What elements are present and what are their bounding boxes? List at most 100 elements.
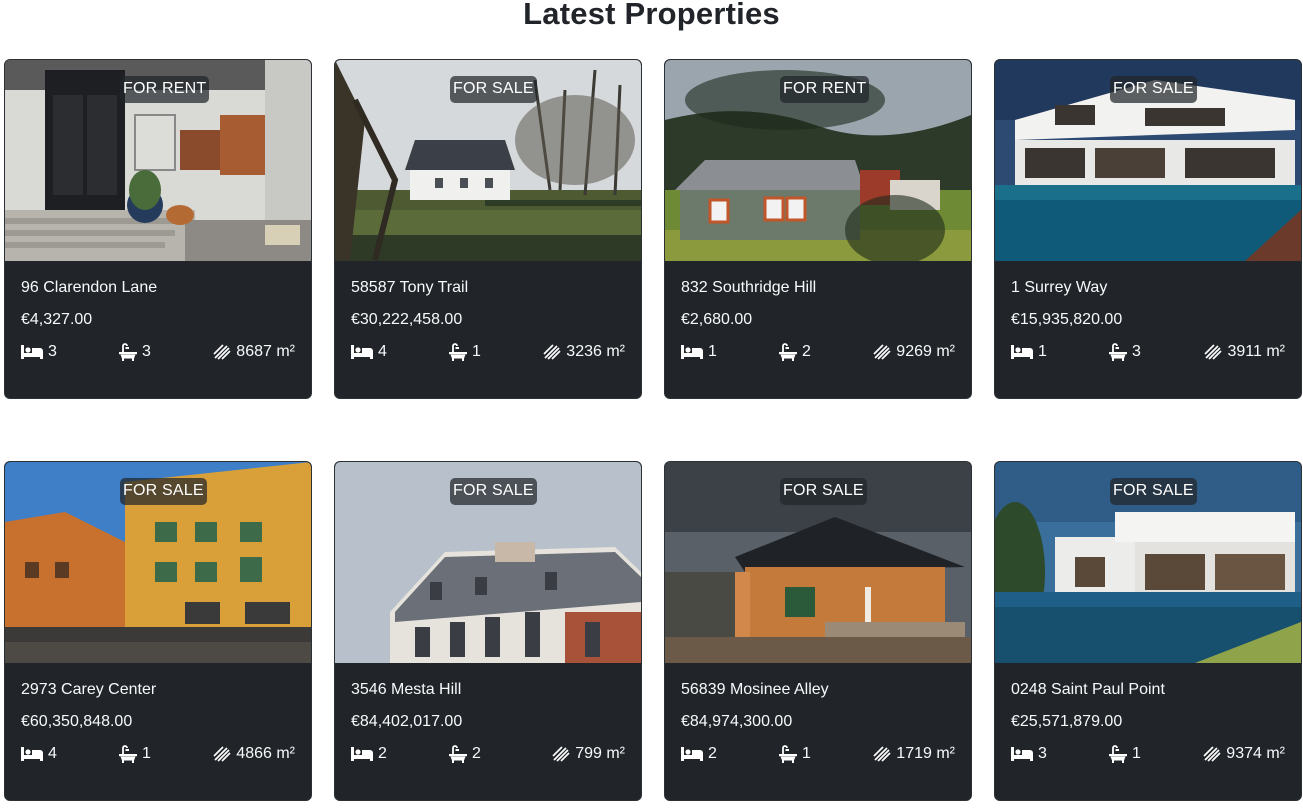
property-card[interactable]: FOR SALE 2973 Carey Center €60,350,848.0… xyxy=(4,461,312,801)
property-address[interactable]: 96 Clarendon Lane xyxy=(21,279,157,297)
property-photo[interactable]: FOR RENT xyxy=(5,60,311,261)
property-photo[interactable]: FOR SALE xyxy=(665,462,971,663)
property-photo[interactable]: FOR SALE xyxy=(5,462,311,663)
bathrooms: 1 xyxy=(119,745,151,763)
property-price: €60,350,848.00 xyxy=(21,713,133,730)
area: 799 m² xyxy=(552,745,625,763)
listing-status-badge: FOR SALE xyxy=(1110,478,1197,505)
bed-icon xyxy=(1011,345,1033,359)
property-address[interactable]: 2973 Carey Center xyxy=(21,681,156,699)
bath-icon xyxy=(449,343,467,361)
ruler-area-icon xyxy=(1203,746,1221,762)
bedrooms: 1 xyxy=(681,343,717,361)
ruler-area-icon xyxy=(552,746,570,762)
bed-icon xyxy=(681,345,703,359)
area: 1719 m² xyxy=(873,745,955,763)
ruler-area-icon xyxy=(1204,344,1223,360)
bedrooms: 2 xyxy=(681,745,717,763)
area-value: 3911 m² xyxy=(1227,343,1285,360)
property-card[interactable]: FOR SALE 56839 Mosinee Alley €84,974,300… xyxy=(664,461,972,801)
area-value: 799 m² xyxy=(575,745,625,762)
bed-icon xyxy=(681,747,703,761)
property-address[interactable]: 3546 Mesta Hill xyxy=(351,681,461,699)
listing-status-badge: FOR SALE xyxy=(780,478,867,505)
bed-icon xyxy=(21,345,43,359)
property-price: €4,327.00 xyxy=(21,311,93,328)
property-photo[interactable]: FOR SALE xyxy=(335,462,641,663)
bedrooms: 3 xyxy=(21,343,57,361)
listing-status-badge: FOR RENT xyxy=(120,76,210,103)
bedrooms-count: 1 xyxy=(1038,343,1047,360)
bathrooms-count: 1 xyxy=(142,745,151,762)
property-price: €30,222,458.00 xyxy=(351,311,463,328)
bathrooms: 2 xyxy=(449,745,481,763)
bedrooms: 4 xyxy=(351,343,387,361)
property-card[interactable]: FOR RENT 832 Southridge Hill €2,680.00 1… xyxy=(664,59,972,399)
area: 9374 m² xyxy=(1203,745,1285,763)
listing-status-badge: FOR SALE xyxy=(450,478,537,505)
bath-icon xyxy=(1109,745,1127,763)
bath-icon xyxy=(1109,343,1127,361)
property-card[interactable]: FOR SALE 0248 Saint Paul Point €25,571,8… xyxy=(994,461,1302,801)
ruler-area-icon xyxy=(213,746,231,762)
listing-status-badge: FOR RENT xyxy=(780,76,870,103)
bed-icon xyxy=(351,345,373,359)
bed-icon xyxy=(1011,747,1033,761)
bathrooms: 1 xyxy=(449,343,481,361)
property-photo[interactable]: FOR SALE xyxy=(995,462,1301,663)
bathrooms-count: 1 xyxy=(1132,745,1141,762)
bedrooms-count: 3 xyxy=(1038,745,1047,762)
area: 3911 m² xyxy=(1204,343,1285,361)
property-card[interactable]: FOR RENT 96 Clarendon Lane €4,327.00 3 3… xyxy=(4,59,312,399)
bathrooms: 3 xyxy=(1109,343,1141,361)
bedrooms: 4 xyxy=(21,745,57,763)
bedrooms: 3 xyxy=(1011,745,1047,763)
property-address[interactable]: 0248 Saint Paul Point xyxy=(1011,681,1165,699)
bathrooms-count: 2 xyxy=(472,745,481,762)
property-photo[interactable]: FOR SALE xyxy=(335,60,641,261)
area-value: 8687 m² xyxy=(236,343,295,360)
bedrooms-count: 1 xyxy=(708,343,717,360)
bath-icon xyxy=(449,745,467,763)
property-address[interactable]: 1 Surrey Way xyxy=(1011,279,1107,297)
bathrooms: 3 xyxy=(119,343,151,361)
bed-icon xyxy=(351,747,373,761)
bath-icon xyxy=(779,745,797,763)
bedrooms: 2 xyxy=(351,745,387,763)
property-price: €84,402,017.00 xyxy=(351,713,463,730)
bathrooms-count: 2 xyxy=(802,343,811,360)
bathrooms: 2 xyxy=(779,343,811,361)
ruler-area-icon xyxy=(213,344,231,360)
property-address[interactable]: 56839 Mosinee Alley xyxy=(681,681,829,699)
property-card[interactable]: FOR SALE 58587 Tony Trail €30,222,458.00… xyxy=(334,59,642,399)
area-value: 4866 m² xyxy=(236,745,295,762)
bed-icon xyxy=(21,747,43,761)
ruler-area-icon xyxy=(873,344,891,360)
area: 8687 m² xyxy=(213,343,295,361)
area-value: 3236 m² xyxy=(566,343,625,360)
property-specs: 1 3 3911 m² xyxy=(1011,343,1285,363)
property-card[interactable]: FOR SALE 3546 Mesta Hill €84,402,017.00 … xyxy=(334,461,642,801)
bedrooms-count: 4 xyxy=(48,745,57,762)
property-price: €2,680.00 xyxy=(681,311,753,328)
listing-status-badge: FOR SALE xyxy=(450,76,537,103)
bathrooms-count: 1 xyxy=(472,343,481,360)
property-address[interactable]: 58587 Tony Trail xyxy=(351,279,468,297)
property-specs: 2 1 1719 m² xyxy=(681,745,955,765)
area-value: 1719 m² xyxy=(896,745,955,762)
area: 4866 m² xyxy=(213,745,295,763)
property-card[interactable]: FOR SALE 1 Surrey Way €15,935,820.00 1 3… xyxy=(994,59,1302,399)
property-specs: 3 3 8687 m² xyxy=(21,343,295,363)
area-value: 9269 m² xyxy=(896,343,955,360)
property-price: €25,571,879.00 xyxy=(1011,713,1123,730)
bath-icon xyxy=(119,343,137,361)
property-specs: 3 1 9374 m² xyxy=(1011,745,1285,765)
property-photo[interactable]: FOR SALE xyxy=(995,60,1301,261)
property-specs: 2 2 799 m² xyxy=(351,745,625,765)
bathrooms-count: 3 xyxy=(142,343,151,360)
property-price: €84,974,300.00 xyxy=(681,713,793,730)
property-photo[interactable]: FOR RENT xyxy=(665,60,971,261)
bedrooms-count: 3 xyxy=(48,343,57,360)
bedrooms-count: 2 xyxy=(708,745,717,762)
property-address[interactable]: 832 Southridge Hill xyxy=(681,279,816,297)
